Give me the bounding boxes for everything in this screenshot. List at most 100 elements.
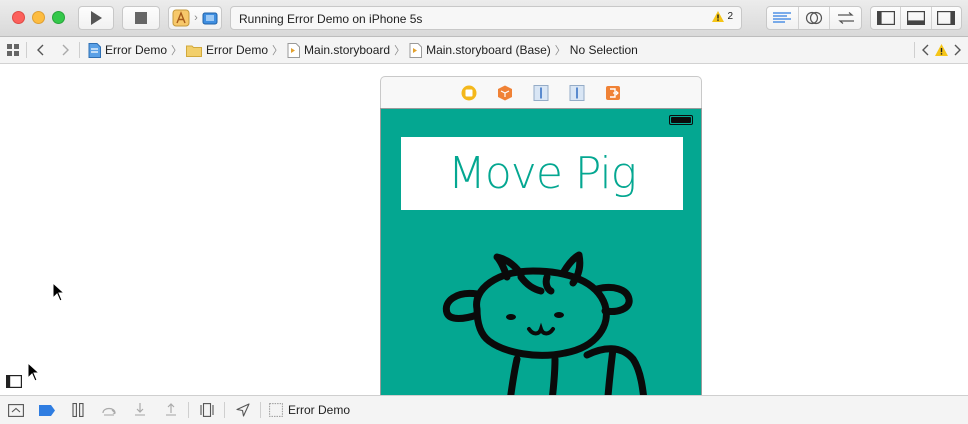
hide-debug-area-button[interactable] <box>0 396 31 424</box>
top-layout-guide-icon[interactable] <box>533 85 549 101</box>
activity-status-text: Running Error Demo on iPhone 5s <box>239 12 423 26</box>
breadcrumb-label: No Selection <box>569 43 638 57</box>
window-toolbar: › Running Error Demo on iPhone 5s 2 <box>0 0 968 37</box>
chevron-left-icon[interactable] <box>921 44 929 56</box>
chevron-right-icon: 〉 <box>554 45 566 57</box>
minimize-window-button[interactable] <box>32 11 45 24</box>
editor-mode-segmented-control <box>766 6 862 30</box>
toggle-utilities-button[interactable] <box>932 7 961 29</box>
breadcrumb-label: Error Demo <box>206 43 269 57</box>
play-icon <box>91 11 102 25</box>
interface-builder-canvas[interactable]: Move Pig <box>0 64 968 395</box>
view-hierarchy-icon <box>199 403 214 417</box>
warning-indicator[interactable]: 2 <box>712 11 733 22</box>
bottom-layout-guide-icon[interactable] <box>569 85 585 101</box>
project-icon <box>88 42 101 58</box>
step-into-icon <box>134 403 145 416</box>
assistant-editor-button[interactable] <box>799 7 831 29</box>
step-over-icon <box>101 407 116 416</box>
go-forward-button[interactable] <box>53 37 79 63</box>
location-arrow-icon <box>235 403 250 417</box>
title-label-container[interactable]: Move Pig <box>401 137 683 210</box>
standard-editor-button[interactable] <box>767 7 799 29</box>
warning-icon <box>712 11 725 22</box>
debug-bar: Error Demo <box>0 395 968 424</box>
warning-icon[interactable] <box>935 44 948 56</box>
chevron-right-icon: 〉 <box>272 45 284 57</box>
step-over-button[interactable] <box>93 396 124 424</box>
debug-area-toggle-icon <box>7 403 24 417</box>
mouse-pointer-icon <box>52 282 66 302</box>
divider <box>260 402 261 418</box>
breadcrumb-storyboard[interactable]: Main.storyboard <box>285 42 392 58</box>
assistant-editor-icon <box>805 11 823 25</box>
related-items-button[interactable] <box>0 37 26 63</box>
chevron-right-icon: 〉 <box>171 45 183 57</box>
mouse-pointer-icon <box>27 362 41 382</box>
divider <box>914 42 915 58</box>
issue-navigator-controls <box>914 42 962 58</box>
left-panel-icon <box>876 11 895 25</box>
pause-icon <box>71 403 84 417</box>
breadcrumb-label: Main.storyboard <box>304 43 391 57</box>
run-button[interactable] <box>78 6 114 30</box>
view-toggle-segmented-control <box>870 6 962 30</box>
view-controller-icon[interactable] <box>461 85 477 101</box>
step-out-button[interactable] <box>155 396 186 424</box>
close-window-button[interactable] <box>12 11 25 24</box>
breadcrumb-storyboard-base[interactable]: Main.storyboard (Base) <box>407 42 553 58</box>
chevron-right-icon <box>62 44 69 56</box>
chevron-left-icon <box>37 44 44 56</box>
folder-icon <box>186 45 203 57</box>
storyboard-icon <box>287 42 301 58</box>
go-back-button[interactable] <box>27 37 53 63</box>
bottom-panel-icon <box>906 11 925 25</box>
pig-image[interactable] <box>437 249 647 395</box>
warning-count: 2 <box>727 11 733 22</box>
version-editor-button[interactable] <box>830 7 861 29</box>
battery-icon <box>669 115 693 125</box>
process-selector[interactable]: Error Demo <box>263 403 350 417</box>
standard-editor-icon <box>773 12 792 23</box>
toggle-debug-area-button[interactable] <box>901 7 932 29</box>
simulator-icon <box>202 12 218 25</box>
simulate-location-button[interactable] <box>227 396 258 424</box>
right-panel-icon <box>937 11 956 25</box>
version-editor-icon <box>837 12 854 24</box>
breadcrumb-label: Main.storyboard (Base) <box>426 43 551 57</box>
breakpoints-toggle-button[interactable] <box>31 396 62 424</box>
stop-icon <box>135 12 147 24</box>
chevron-right-icon[interactable] <box>954 44 962 56</box>
divider <box>224 402 225 418</box>
app-target-icon <box>172 9 190 27</box>
activity-viewer: Running Error Demo on iPhone 5s 2 <box>230 6 742 30</box>
scene-dock <box>380 76 702 109</box>
first-responder-icon[interactable] <box>497 85 513 101</box>
step-out-icon <box>165 403 176 416</box>
debug-view-hierarchy-button[interactable] <box>191 396 222 424</box>
grid-icon <box>7 44 19 56</box>
breadcrumb-label: Error Demo <box>105 43 168 57</box>
step-into-button[interactable] <box>124 396 155 424</box>
scheme-selector[interactable]: › <box>168 6 222 30</box>
storyboard-icon <box>409 42 423 58</box>
chevron-right-icon: › <box>194 12 198 24</box>
jump-bar: Error Demo 〉 Error Demo 〉 Main.storyboar… <box>0 37 968 64</box>
toggle-navigator-button[interactable] <box>871 7 902 29</box>
move-pig-label: Move Pig <box>447 148 637 199</box>
breadcrumb-group[interactable]: Error Demo <box>184 43 270 57</box>
breadcrumb-project[interactable]: Error Demo <box>86 42 169 58</box>
breadcrumb-selection[interactable]: No Selection <box>568 43 640 57</box>
divider <box>188 402 189 418</box>
divider <box>79 42 80 58</box>
chevron-right-icon: 〉 <box>394 45 406 57</box>
view-controller-scene[interactable]: Move Pig <box>380 108 702 395</box>
stop-button[interactable] <box>122 6 160 30</box>
process-icon <box>269 403 283 417</box>
exit-icon[interactable] <box>605 85 621 101</box>
breakpoint-icon <box>38 404 55 416</box>
document-outline-toggle-icon[interactable] <box>6 375 22 388</box>
process-name: Error Demo <box>288 403 351 417</box>
pause-button[interactable] <box>62 396 93 424</box>
zoom-window-button[interactable] <box>52 11 65 24</box>
